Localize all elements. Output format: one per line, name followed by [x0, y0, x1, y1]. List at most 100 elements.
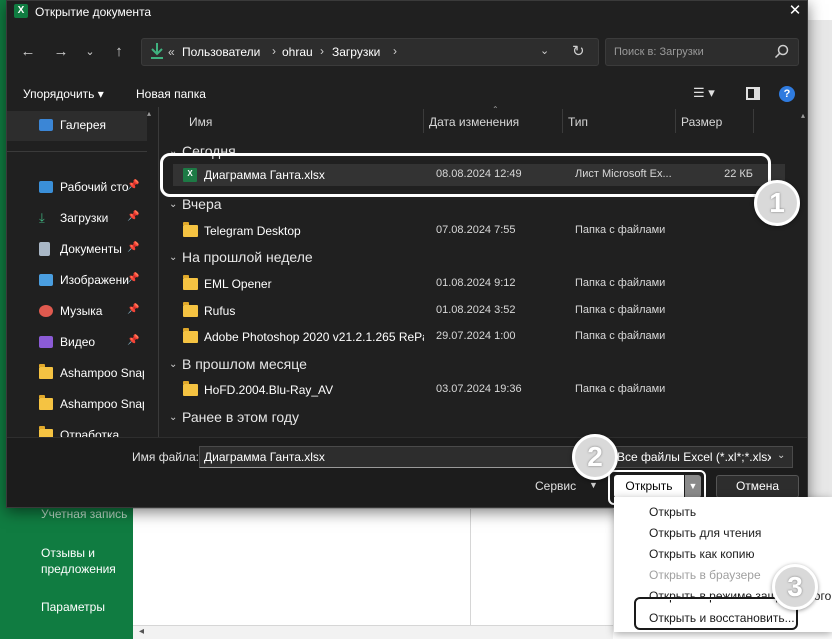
open-options-button[interactable]: ▼ — [685, 475, 701, 498]
file-row[interactable]: EML Opener 01.08.2024 9:12 Папка с файлами — [173, 273, 785, 295]
sort-indicator-icon: ⌃ — [492, 105, 499, 114]
breadcrumb-downloads[interactable]: Загрузки — [332, 45, 380, 59]
organize-button[interactable]: Упорядочить ▾ — [23, 87, 104, 101]
breadcrumb-overflow[interactable]: « — [168, 45, 175, 59]
menu-item-open-copy[interactable]: Открыть как копию — [649, 547, 755, 561]
chevron-down-icon[interactable]: ▼ — [589, 480, 598, 490]
help-icon[interactable]: ? — [779, 86, 795, 102]
pin-icon[interactable]: 📌 — [127, 211, 139, 222]
forward-icon[interactable]: → — [50, 41, 72, 63]
breadcrumb-ohrau[interactable]: ohrau — [282, 45, 313, 59]
file-type-select[interactable]: Все файлы Excel (*.xl*;*.xlsx;*.x ⌄ — [611, 446, 793, 468]
horizontal-scrollbar[interactable] — [133, 625, 613, 639]
scroll-left-icon[interactable]: ◂ — [139, 626, 144, 637]
pin-icon[interactable]: 📌 — [127, 242, 139, 253]
file-date: 29.07.2024 1:00 — [436, 330, 516, 342]
column-name[interactable]: Имя — [189, 115, 212, 129]
column-divider[interactable] — [753, 109, 754, 133]
divider — [133, 508, 613, 509]
folder-icon — [39, 426, 53, 437]
search-placeholder: Поиск в: Загрузки — [614, 46, 704, 58]
column-divider[interactable] — [562, 109, 563, 133]
pin-icon[interactable]: 📌 — [127, 335, 139, 346]
nav-item-documents[interactable]: Документы 📌 — [39, 241, 158, 259]
nav-item-videos[interactable]: Видео 📌 — [39, 334, 158, 352]
file-type-value: Все файлы Excel (*.xl*;*.xlsx;*.x — [617, 450, 771, 464]
menu-item-open-browser: Открыть в браузере — [649, 568, 761, 582]
step-badge-3: 3 — [772, 564, 818, 610]
column-divider[interactable] — [423, 109, 424, 133]
breadcrumb-separator[interactable]: › — [272, 44, 276, 58]
file-row[interactable]: Adobe Photoshop 2020 v21.2.1.265 RePa...… — [173, 326, 785, 348]
nav-item-folder[interactable]: Ashampoo Snap — [39, 364, 158, 383]
view-options-icon[interactable]: ☰ ▾ — [693, 85, 727, 103]
breadcrumb-users[interactable]: Пользователи — [182, 45, 260, 59]
nav-item-folder[interactable]: Ashampoo Snap — [39, 395, 158, 414]
folder-icon — [183, 301, 198, 317]
pin-icon[interactable]: 📌 — [127, 273, 139, 284]
feedback-link[interactable]: Отзывы и предложения — [41, 545, 131, 577]
breadcrumb-separator[interactable]: › — [320, 44, 324, 58]
menu-item-open-readonly[interactable]: Открыть для чтения — [649, 526, 761, 540]
refresh-icon[interactable]: ↻ — [572, 42, 585, 60]
chevron-down-icon[interactable]: ⌄ — [169, 252, 177, 263]
nav-item-music[interactable]: Музыка 📌 — [39, 303, 158, 321]
file-type: Папка с файлами — [575, 383, 666, 395]
close-button[interactable]: ✕ — [783, 1, 807, 23]
chevron-down-icon[interactable]: ⌄ — [540, 44, 549, 57]
file-date: 01.08.2024 3:52 — [436, 303, 516, 316]
folder-icon — [39, 364, 53, 379]
breadcrumb-separator[interactable]: › — [393, 44, 397, 58]
file-row[interactable]: Rufus 01.08.2024 3:52 Папка с файлами — [173, 300, 785, 322]
column-date[interactable]: Дата изменения — [429, 115, 519, 129]
recent-locations-icon[interactable]: ⌄ — [79, 41, 101, 63]
nav-item-folder[interactable]: Отработка — [39, 426, 158, 437]
chevron-down-icon: ⌄ — [777, 450, 786, 461]
cancel-button[interactable]: Отмена — [716, 475, 799, 498]
filename-input[interactable] — [199, 446, 607, 468]
nav-item-downloads[interactable]: ⤓ Загрузки 📌 — [39, 210, 158, 228]
nav-scrollbar[interactable] — [147, 107, 156, 437]
pin-icon[interactable]: 📌 — [127, 180, 139, 191]
folder-icon — [183, 222, 198, 237]
file-row[interactable]: HoFD.2004.Blu-Ray_AV 03.07.2024 19:36 Папк… — [173, 379, 785, 401]
nav-item-pictures[interactable]: Изображени 📌 — [39, 272, 158, 290]
nav-item-label: Ashampoo Snap — [60, 397, 144, 411]
file-list-scrollbar[interactable] — [800, 109, 808, 437]
step-badge-2: 2 — [572, 434, 618, 480]
chevron-down-icon[interactable]: ⌄ — [169, 199, 177, 210]
search-icon[interactable] — [774, 44, 790, 60]
title-bar: X Открытие документа ✕ — [7, 1, 807, 23]
group-label: В прошлом месяце — [182, 356, 307, 372]
video-icon — [39, 336, 53, 348]
divider — [470, 509, 471, 629]
column-divider[interactable] — [675, 109, 676, 133]
chevron-down-icon[interactable]: ⌄ — [169, 412, 177, 423]
step-badge-1: 1 — [754, 180, 800, 226]
address-bar[interactable]: « Пользователи › ohrau › Загрузки › ⌄ ↻ — [141, 38, 599, 66]
preview-pane-icon[interactable] — [746, 87, 760, 100]
open-file-dialog: X Открытие документа ✕ ← → ⌄ ↑ « Пользов… — [6, 0, 808, 508]
chevron-down-icon[interactable]: ⌄ — [169, 359, 177, 370]
search-input[interactable]: Поиск в: Загрузки — [605, 38, 799, 66]
column-type[interactable]: Тип — [568, 115, 588, 129]
up-icon[interactable]: ↑ — [108, 41, 130, 63]
tools-button[interactable]: Сервис — [535, 479, 576, 493]
pictures-icon — [39, 274, 53, 286]
open-button[interactable]: Открыть — [614, 475, 684, 498]
pin-icon[interactable]: 📌 — [127, 304, 139, 315]
folder-icon — [183, 328, 198, 343]
file-row[interactable]: Telegram Desktop 07.08.2024 7:55 Папка с ф… — [173, 220, 785, 242]
scroll-up-icon[interactable]: ▴ — [147, 109, 151, 118]
options-link[interactable]: Параметры — [41, 599, 105, 615]
account-link[interactable]: Учетная запись — [41, 506, 127, 522]
new-folder-button[interactable]: Новая папка — [136, 87, 206, 101]
nav-item-gallery[interactable]: Галерея — [39, 117, 158, 135]
nav-item-desktop[interactable]: Рабочий сто 📌 — [39, 179, 158, 197]
column-size[interactable]: Размер — [681, 115, 722, 129]
back-icon[interactable]: ← — [17, 41, 39, 63]
menu-item-open[interactable]: Открыть — [649, 505, 696, 519]
scroll-up-icon[interactable]: ▴ — [801, 111, 805, 120]
nav-item-label: Отработка — [60, 428, 120, 437]
folder-icon — [183, 381, 198, 396]
